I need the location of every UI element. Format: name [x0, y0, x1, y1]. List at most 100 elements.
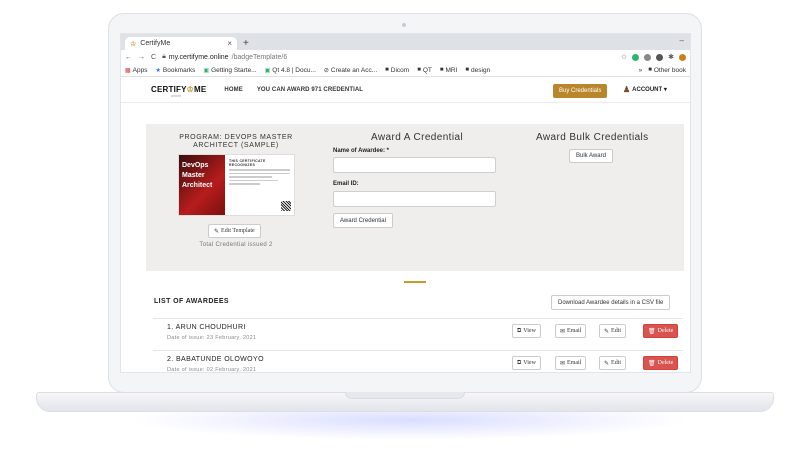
edit-button[interactable]: ✎ Edit	[599, 356, 627, 370]
download-csv-button[interactable]: Download Awardee details in a CSV file	[551, 295, 671, 310]
laptop-notch	[345, 392, 465, 399]
folder-icon: ■	[417, 67, 421, 73]
camera-dot	[402, 23, 406, 27]
account-menu[interactable]: ♟ ACCOUNT ▾	[623, 85, 667, 94]
bookmark-bookmarks[interactable]: ★ Bookmarks	[156, 67, 196, 74]
edit-icon: ✎	[604, 328, 610, 335]
bookmark-star-icon[interactable]: ☆	[621, 53, 627, 61]
bookmark-dicom[interactable]: ■ Dicom	[385, 67, 409, 74]
tab-bar: ♔ CertifyMe × + –	[121, 34, 690, 50]
awardee-name: 2. BABATUNDE OLOWOYO	[167, 356, 264, 363]
section-divider	[404, 281, 426, 283]
more-bookmarks-button[interactable]: »	[639, 67, 643, 74]
edit-icon: ✎	[604, 360, 610, 367]
delete-button[interactable]: 🗑︎ Delete	[643, 324, 679, 338]
buy-credentials-button[interactable]: Buy Credentials	[553, 84, 608, 98]
nav-home-link[interactable]: HOME	[224, 87, 242, 93]
credential-panel: PROGRAM: DEVOPS MASTER ARCHITECT (SAMPLE…	[146, 124, 684, 271]
bookmark-getting-started[interactable]: ▣ Getting Starte...	[203, 67, 256, 74]
envelope-icon: ✉	[560, 328, 566, 335]
external-link-icon: ⧉	[517, 327, 522, 334]
bookmark-mri[interactable]: ■ MRI	[440, 67, 458, 74]
bulk-credentials-title: Award Bulk Credentials	[536, 132, 649, 143]
other-bookmarks[interactable]: ■ Other book	[648, 67, 686, 74]
puzzle-icon[interactable]: ✱	[668, 53, 674, 61]
apps-grid-icon: ▦	[125, 67, 131, 74]
award-credential-title: Award A Credential	[371, 132, 464, 143]
url-field[interactable]: 🔒︎ my.certifyme.online/badgeTemplate/6	[162, 53, 615, 61]
crown-icon: ♔	[186, 85, 194, 94]
awardees-title: LIST OF AWARDEES	[154, 298, 229, 305]
trash-icon: 🗑︎	[648, 328, 656, 335]
folder-icon: ■	[465, 67, 470, 73]
folder-icon: ■	[385, 67, 389, 73]
site-navbar: CERTIFY♔ME online HOME YOU CAN AWARD 971…	[121, 77, 690, 103]
bookmark-qt[interactable]: ■ QT	[417, 67, 432, 74]
back-arrow-icon[interactable]: ←	[125, 54, 132, 61]
extensions: ☆ ✱	[621, 53, 686, 61]
bookmark-apps[interactable]: ▦ Apps	[125, 67, 148, 74]
program-title: PROGRAM: DEVOPS MASTER ARCHITECT (SAMPLE…	[179, 134, 293, 149]
email-input[interactable]	[333, 191, 496, 207]
total-credentials: Total Credential issued 2	[199, 242, 273, 248]
user-icon: ♟	[623, 85, 631, 94]
bookmark-create-account[interactable]: ⊘ Create an Acc...	[324, 67, 377, 74]
qr-code-icon	[281, 201, 291, 211]
forward-arrow-icon[interactable]: →	[138, 54, 145, 61]
browser-window: ♔ CertifyMe × + – ← → C 🔒︎ my.certifyme.…	[120, 33, 691, 373]
green-sheet-icon: ▣	[203, 67, 210, 74]
edit-template-button[interactable]: ✎ Edit Template	[208, 224, 261, 238]
gray-extension-icon[interactable]	[644, 53, 652, 61]
email-button[interactable]: ✉ Email	[555, 324, 587, 338]
globe-icon: ⊘	[323, 67, 329, 74]
edit-icon: ✎	[214, 228, 220, 235]
green-extension-icon[interactable]	[632, 53, 640, 61]
url-path: /badgeTemplate/6	[231, 53, 288, 61]
badge-template-image: DevOps Master Architect THIS CERTIFICATE…	[178, 154, 295, 216]
delete-button[interactable]: 🗑︎ Delete	[643, 356, 679, 370]
view-button[interactable]: ⧉ View	[512, 356, 541, 370]
folder-icon: ■	[648, 67, 652, 73]
badge-cert-title: THIS CERTIFICATE RECOGNIZES	[229, 159, 266, 167]
awardee-name: 1. ARUN CHOUDHURI	[167, 324, 246, 331]
bookmarks-bar: ▦ Apps ★ Bookmarks ▣ Getting Starte... ▣ Qt …	[121, 64, 690, 77]
url-host: my.certifyme.online	[168, 53, 229, 61]
browser-tab[interactable]: ♔ CertifyMe ×	[125, 37, 237, 50]
awardee-name-label: Name of Awardee: *	[333, 148, 390, 154]
badge-text-lines	[229, 169, 290, 185]
brand-subtitle: online	[171, 94, 182, 98]
lock-icon: 🔒︎	[162, 53, 166, 60]
account-label: ACCOUNT ▾	[632, 87, 667, 93]
awardee-row: 1. ARUN CHOUDHURI Date of issue: 23 Febr…	[153, 318, 683, 350]
dark-extension-icon[interactable]	[656, 53, 664, 61]
edit-button[interactable]: ✎ Edit	[599, 324, 627, 338]
envelope-icon: ✉	[560, 360, 566, 367]
bulk-award-button[interactable]: Bulk Award	[569, 149, 613, 163]
bookmark-design[interactable]: ■ design	[465, 67, 490, 74]
address-bar: ← → C 🔒︎ my.certifyme.online/badgeTempla…	[121, 50, 690, 64]
minimize-button[interactable]: –	[680, 36, 684, 45]
email-label: Email ID:	[333, 181, 359, 187]
nav-award-count: YOU CAN AWARD 971 CREDENTIAL	[256, 86, 364, 93]
bookmark-qt-docs[interactable]: ▣ Qt 4.8 | Docu...	[265, 67, 316, 74]
email-button[interactable]: ✉ Email	[555, 356, 587, 370]
reload-icon[interactable]: C	[151, 54, 156, 61]
star-icon: ★	[155, 67, 161, 74]
trash-icon: 🗑︎	[648, 360, 656, 367]
awardee-date: Date of issue: 23 February, 2021	[167, 335, 257, 341]
award-credential-button[interactable]: Award Credential	[333, 213, 393, 228]
badge-title: DevOps Master Architect	[179, 155, 225, 215]
profile-avatar-icon[interactable]	[679, 53, 686, 61]
awardee-date: Date of issue: 02 February, 2021	[167, 367, 257, 373]
view-button[interactable]: ⧉ View	[512, 324, 541, 338]
brand-logo[interactable]: CERTIFY♔ME online	[151, 85, 206, 98]
badge-details: THIS CERTIFICATE RECOGNIZES	[225, 155, 294, 215]
close-tab-icon[interactable]: ×	[227, 39, 232, 48]
tab-title: CertifyMe	[140, 40, 171, 47]
awardee-row: 2. BABATUNDE OLOWOYO Date of issue: 02 F…	[153, 350, 683, 373]
awardee-name-input[interactable]	[333, 157, 496, 173]
bookmarks-right: » ■ Other book	[639, 67, 686, 74]
external-link-icon: ⧉	[517, 359, 522, 366]
new-tab-button[interactable]: +	[243, 38, 249, 49]
certifyme-favicon-icon: ♔	[130, 40, 137, 48]
